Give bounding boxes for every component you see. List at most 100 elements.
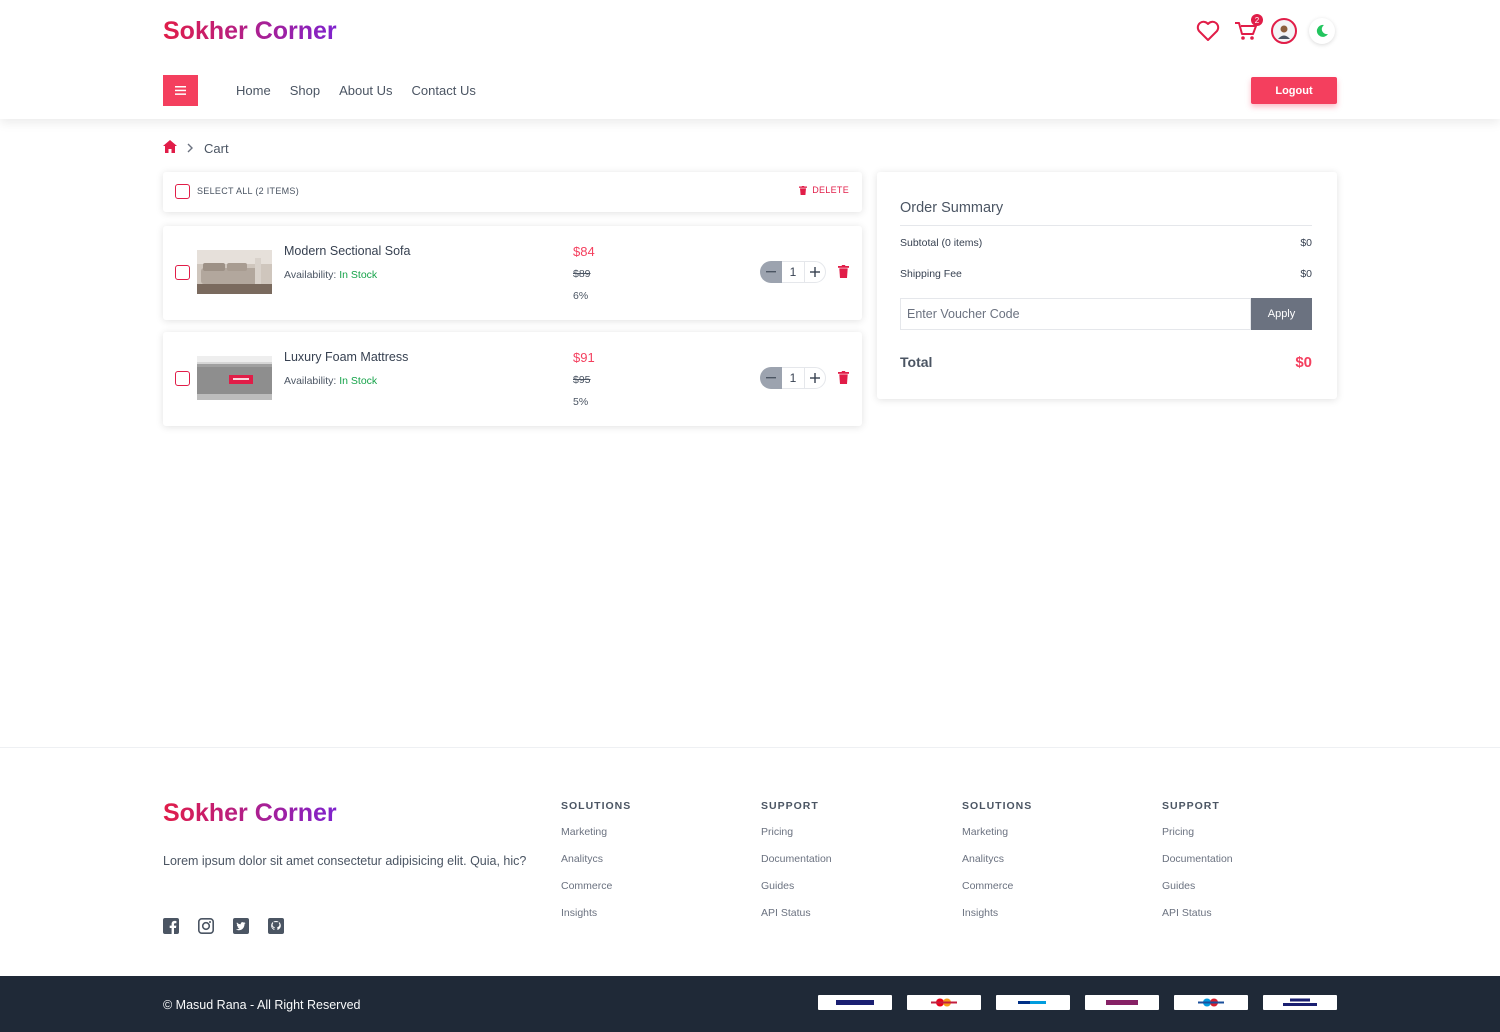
footer-column: SUPPORT Pricing Documentation Guides API… [1162,800,1233,934]
footer-link[interactable]: Commerce [962,880,1032,892]
visa-icon [818,995,892,1010]
chevron-right-icon [187,141,194,156]
twitter-icon[interactable] [233,918,249,934]
decrease-quantity-button[interactable] [760,261,782,283]
nav-shop[interactable]: Shop [290,83,320,98]
apply-voucher-button[interactable]: Apply [1251,298,1312,330]
total-value: $0 [1295,354,1312,371]
cart-item: Modern Sectional Sofa Availability: In S… [163,226,862,320]
footer-link[interactable]: Pricing [1162,826,1233,838]
quantity-value[interactable]: 1 [782,261,804,283]
cart-item: Luxury Foam Mattress Availability: In St… [163,332,862,426]
logout-button[interactable]: Logout [1251,77,1337,104]
remove-item-trash-icon[interactable] [838,265,849,283]
footer-link[interactable]: Marketing [561,826,631,838]
shipping-value: $0 [1300,268,1312,280]
maestro-icon [1174,995,1248,1010]
increase-quantity-button[interactable] [804,367,826,389]
product-discount: 6% [573,290,589,302]
delete-selected-button[interactable]: DELETE [799,185,849,195]
product-name[interactable]: Modern Sectional Sofa [284,244,410,258]
voucher-form: Apply [900,298,1312,330]
social-links [163,918,284,934]
product-name[interactable]: Luxury Foam Mattress [284,350,408,364]
nav-about-us[interactable]: About Us [339,83,392,98]
github-icon[interactable] [268,918,284,934]
subtotal-row: Subtotal (0 items) $0 [900,237,1312,249]
minus-icon [766,377,776,379]
remove-item-trash-icon[interactable] [838,371,849,389]
product-thumbnail[interactable] [197,356,272,400]
footer-column: SOLUTIONS Marketing Analitycs Commerce I… [561,800,631,934]
home-icon[interactable] [163,140,177,156]
availability-label: Availability: [284,269,340,281]
footer-column-title: SUPPORT [1162,800,1220,812]
quantity-stepper: 1 [760,367,826,389]
decrease-quantity-button[interactable] [760,367,782,389]
copyright-text: © Masud Rana - All Right Reserved [163,998,361,1012]
product-price: $91 [573,350,595,365]
item-checkbox[interactable] [175,371,190,386]
order-summary: Order Summary Subtotal (0 items) $0 Ship… [877,172,1337,399]
footer-link[interactable]: API Status [1162,907,1233,919]
divider [900,225,1312,226]
footer-column: SUPPORT Pricing Documentation Guides API… [761,800,832,934]
total-row: Total $0 [900,354,1312,371]
footer-link[interactable]: Documentation [1162,853,1233,865]
minus-icon [766,271,776,273]
availability: Availability: In Stock [284,269,377,281]
footer-link[interactable]: Guides [761,880,832,892]
payment-methods [818,995,1337,1010]
paypal-icon [996,995,1070,1010]
increase-quantity-button[interactable] [804,261,826,283]
breadcrumb-current: Cart [204,140,229,156]
footer-column-title: SOLUTIONS [561,800,632,812]
footer-description: Lorem ipsum dolor sit amet consectetur a… [163,854,527,868]
total-label: Total [900,354,933,370]
dark-mode-toggle-icon[interactable] [1309,18,1335,44]
skrill-icon [1085,995,1159,1010]
cart-icon[interactable]: 2 [1233,14,1263,44]
footer-link[interactable]: Insights [561,907,631,919]
subtotal-value: $0 [1300,237,1312,249]
select-all-checkbox[interactable] [175,184,190,199]
footer-link[interactable]: Marketing [962,826,1032,838]
footer-link[interactable]: Analitycs [561,853,631,865]
product-old-price: $95 [573,374,591,386]
footer-brand[interactable]: Sokher Corner [163,799,337,828]
user-avatar[interactable] [1271,18,1297,44]
quantity-stepper: 1 [760,261,826,283]
footer-column-title: SOLUTIONS [962,800,1033,812]
shipping-row: Shipping Fee $0 [900,268,1312,280]
select-all-label: SELECT ALL (2 ITEMS) [197,186,300,196]
footer-link[interactable]: API Status [761,907,832,919]
quantity-value[interactable]: 1 [782,367,804,389]
order-summary-title: Order Summary [900,200,1004,216]
footer-link[interactable]: Documentation [761,853,832,865]
shipping-label: Shipping Fee [900,268,962,280]
menu-toggle-button[interactable] [163,75,198,106]
nav-contact-us[interactable]: Contact Us [412,83,476,98]
item-checkbox[interactable] [175,265,190,280]
instagram-icon[interactable] [198,918,214,934]
subtotal-label: Subtotal (0 items) [900,237,983,249]
delete-label: DELETE [812,185,849,195]
footer-link[interactable]: Commerce [561,880,631,892]
footer-column-title: SUPPORT [761,800,819,812]
wishlist-heart-icon[interactable] [1195,18,1221,44]
footer-link[interactable]: Analitycs [962,853,1032,865]
cart-count-badge: 2 [1251,14,1263,26]
voucher-code-input[interactable] [900,298,1251,330]
product-thumbnail[interactable] [197,250,272,294]
hamburger-icon [175,86,186,95]
footer-link[interactable]: Insights [962,907,1032,919]
nav-home[interactable]: Home [236,83,271,98]
footer-link[interactable]: Guides [1162,880,1233,892]
product-discount: 5% [573,396,589,408]
stock-status: In Stock [339,269,378,281]
facebook-icon[interactable] [163,918,179,934]
footer-column: SOLUTIONS Marketing Analitycs Commerce I… [962,800,1032,934]
footer-link[interactable]: Pricing [761,826,832,838]
brand-logo[interactable]: Sokher Corner [163,17,337,46]
product-price: $84 [573,244,595,259]
